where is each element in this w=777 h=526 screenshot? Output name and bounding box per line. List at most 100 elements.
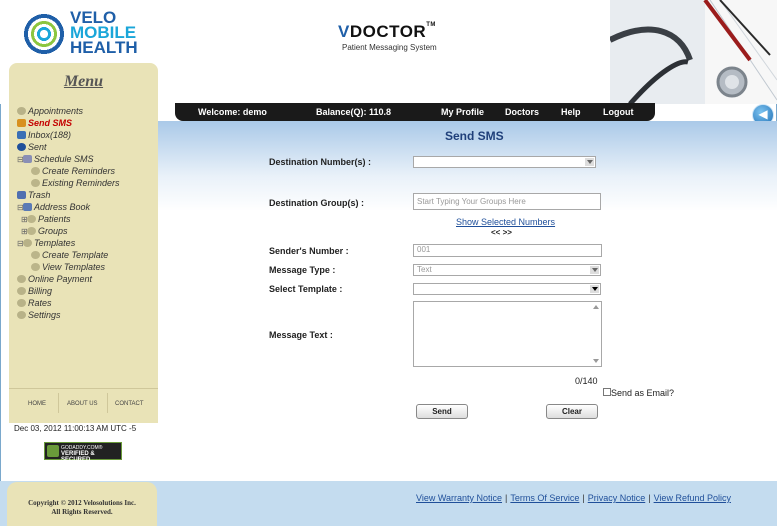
inbox-icon xyxy=(17,131,26,139)
current-datetime: Dec 03, 2012 11:00:13 AM UTC -5 xyxy=(14,424,137,433)
contact-link[interactable]: CONTACT xyxy=(115,401,144,407)
stethoscope-illustration xyxy=(610,0,777,104)
patients-icon xyxy=(27,215,36,223)
senders-number-value: 001 xyxy=(417,245,431,254)
nav-my-profile[interactable]: My Profile xyxy=(441,107,484,117)
sidebar-item-inbox[interactable]: Inbox(188) xyxy=(17,129,157,141)
calendar-icon xyxy=(23,155,32,163)
sidebar-item-label: Schedule SMS xyxy=(34,154,94,164)
lock-icon xyxy=(47,445,59,457)
destination-numbers-select[interactable] xyxy=(413,156,596,168)
terms-of-service-link[interactable]: Terms Of Service xyxy=(510,493,579,503)
separator: | xyxy=(582,493,585,503)
about-us-link[interactable]: ABOUT US xyxy=(67,401,98,407)
billing-icon xyxy=(17,287,26,295)
sidebar-item-create-template[interactable]: Create Template xyxy=(17,249,157,261)
sidebar-item-existing-reminders[interactable]: Existing Reminders xyxy=(17,177,157,189)
sidebar-item-settings[interactable]: Settings xyxy=(17,309,157,321)
trash-icon xyxy=(17,191,26,199)
trademark: TM xyxy=(426,22,436,28)
sidebar-item-label: Create Template xyxy=(42,250,109,260)
chevron-down-icon xyxy=(592,268,598,272)
top-navbar: Welcome: demo Balance(Q): 110.8 My Profi… xyxy=(175,103,655,121)
home-link[interactable]: HOME xyxy=(28,401,46,407)
senders-number-input[interactable]: 001 xyxy=(413,244,602,257)
logo-text: VELO MOBILE HEALTH xyxy=(70,9,138,57)
refund-policy-link[interactable]: View Refund Policy xyxy=(654,493,731,503)
sidebar-item-label: Settings xyxy=(28,310,61,320)
logo-line3: HEALTH xyxy=(70,38,138,57)
chevron-down-icon xyxy=(592,287,598,291)
sidebar-item-schedule-sms[interactable]: ⊟ Schedule SMS xyxy=(17,153,157,165)
sidebar-item-online-payment[interactable]: Online Payment xyxy=(17,273,157,285)
separator: | xyxy=(505,493,508,503)
menu-title: Menu xyxy=(63,73,104,90)
sidebar-item-label: Online Payment xyxy=(28,274,93,284)
sidebar-item-label: Billing xyxy=(28,286,53,296)
sidebar-item-appointments[interactable]: Appointments xyxy=(17,105,157,117)
sidebar-item-rates[interactable]: Rates xyxy=(17,297,157,309)
sidebar-item-send-sms[interactable]: Send SMS xyxy=(17,117,157,129)
sidebar-item-address-book[interactable]: ⊟ Address Book xyxy=(17,201,157,213)
sidebar-item-label: Send SMS xyxy=(28,118,73,128)
send-button[interactable]: Send xyxy=(416,404,468,419)
sidebar-item-view-templates[interactable]: View Templates xyxy=(17,261,157,273)
badge-line3: VERIFY SECURITY xyxy=(61,463,106,469)
copyright-line2: All Rights Reserved. xyxy=(51,508,113,516)
message-type-select[interactable]: Text xyxy=(413,264,601,276)
nav-help[interactable]: Help xyxy=(561,107,581,117)
product-name-text: DOCTOR xyxy=(349,22,427,41)
rates-icon xyxy=(17,299,26,307)
destination-groups-label: Destination Group(s) : xyxy=(269,198,364,208)
address-book-icon xyxy=(23,203,32,211)
scroll-down-icon[interactable] xyxy=(593,359,599,363)
sidebar-item-label: Existing Reminders xyxy=(42,178,120,188)
warranty-notice-link[interactable]: View Warranty Notice xyxy=(416,493,502,503)
sidebar-item-trash[interactable]: Trash xyxy=(17,189,157,201)
show-selected-numbers-link[interactable]: Show Selected Numbers xyxy=(456,217,555,227)
sidebar-item-templates[interactable]: ⊟ Templates xyxy=(17,237,157,249)
sidebar-item-billing[interactable]: Billing xyxy=(17,285,157,297)
template-icon xyxy=(31,251,40,259)
destination-groups-placeholder: Start Typing Your Groups Here xyxy=(417,197,526,206)
send-as-email-checkbox[interactable] xyxy=(603,388,611,396)
separator: | xyxy=(648,493,651,503)
sidebar-item-label: Appointments xyxy=(28,106,84,116)
balance-text: Balance(Q): 110.8 xyxy=(316,107,392,117)
sidebar-item-patients[interactable]: ⊞ Patients xyxy=(17,213,157,225)
send-as-email-label: Send as Email? xyxy=(611,388,675,398)
scroll-up-icon[interactable] xyxy=(593,305,599,309)
sidebar-item-label: Templates xyxy=(34,238,76,248)
destination-numbers-label: Destination Number(s) : xyxy=(269,157,372,167)
velo-logo[interactable]: VELO MOBILE HEALTH xyxy=(22,9,152,58)
message-text-area[interactable] xyxy=(413,301,602,367)
select-template-select[interactable] xyxy=(413,283,601,295)
chevron-down-icon xyxy=(587,160,593,164)
sidebar-item-label: Address Book xyxy=(34,202,91,212)
nav-logout[interactable]: Logout xyxy=(603,107,634,117)
badge-line2: VERIFIED & SECURED xyxy=(61,451,95,463)
sidebar-item-label: Trash xyxy=(28,190,51,200)
nav-doctors[interactable]: Doctors xyxy=(505,107,539,117)
template-icon xyxy=(31,263,40,271)
clear-button[interactable]: Clear xyxy=(546,404,598,419)
appointment-icon xyxy=(17,107,26,115)
sidebar-item-label: Patients xyxy=(38,214,71,224)
destination-groups-input[interactable]: Start Typing Your Groups Here xyxy=(413,193,601,210)
divider xyxy=(107,393,108,413)
stethoscope-photo xyxy=(610,0,777,104)
sidebar-item-sent[interactable]: Sent xyxy=(17,141,157,153)
reminder-icon xyxy=(31,179,40,187)
divider xyxy=(58,393,59,413)
pager-arrows[interactable]: << >> xyxy=(491,228,512,237)
welcome-text: Welcome: demo xyxy=(198,107,267,117)
copyright-box: Copyright © 2012 Velosolutions Inc. All … xyxy=(7,482,157,526)
sidebar-item-create-reminders[interactable]: Create Reminders xyxy=(17,165,157,177)
logo-rings-icon xyxy=(22,12,66,56)
sidebar-item-groups[interactable]: ⊞ Groups xyxy=(17,225,157,237)
footer-links: View Warranty Notice | Terms Of Service | Pr… xyxy=(416,493,731,503)
verified-secured-badge[interactable]: GODADDY.COM® VERIFIED & SECURED VERIFY S… xyxy=(44,442,122,469)
sidebar-item-label: View Templates xyxy=(42,262,106,272)
sidebar-bottom-links: HOME ABOUT US CONTACT xyxy=(9,388,158,420)
privacy-notice-link[interactable]: Privacy Notice xyxy=(588,493,646,503)
